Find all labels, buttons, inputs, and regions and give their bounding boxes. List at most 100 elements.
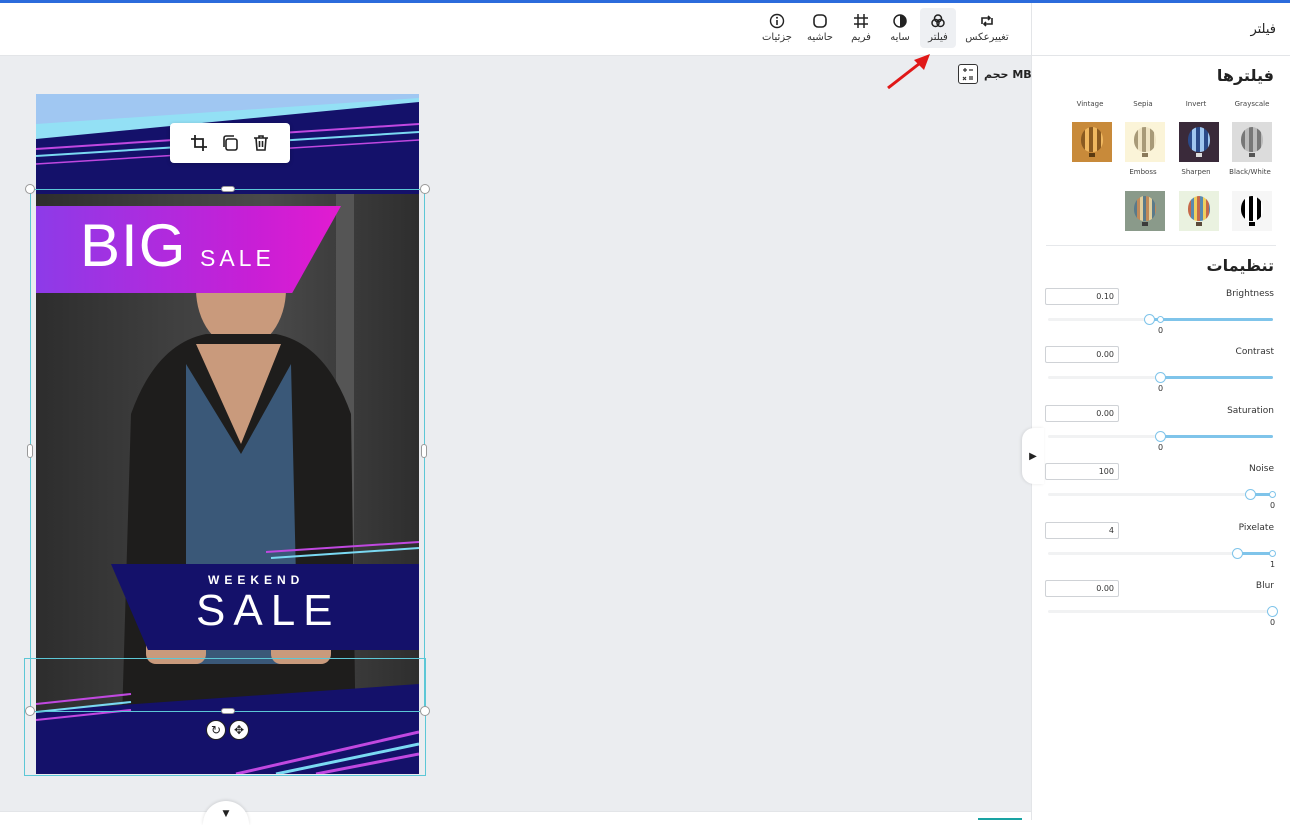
shadow-icon (893, 14, 907, 28)
filters-heading: فیلترها (1216, 66, 1274, 85)
contrast-fill (1160, 376, 1273, 379)
duplicate-icon[interactable] (221, 134, 239, 152)
tool-frame[interactable]: فریم (845, 8, 877, 48)
crop-icon[interactable] (190, 134, 208, 152)
rotate-icon[interactable]: ↻ (206, 720, 226, 740)
annotation-arrow-icon (887, 54, 930, 90)
blur-track[interactable] (1048, 610, 1273, 613)
balloon-icon (1241, 127, 1263, 152)
balloon-icon (1134, 196, 1156, 221)
filter-emboss[interactable] (1125, 191, 1165, 231)
saturation-input[interactable]: 0.00 (1045, 405, 1119, 422)
brightness-slider-thumb[interactable] (1144, 314, 1155, 325)
contrast-input[interactable]: 0.00 (1045, 346, 1119, 363)
filter-label-sharpen: Sharpen (1181, 168, 1211, 176)
blur-slider-thumb[interactable] (1267, 606, 1278, 617)
balloon-icon (1081, 127, 1103, 152)
swap-icon (981, 15, 993, 27)
tool-label: جزئیات (762, 32, 792, 43)
blur-min-label: 0 (1270, 618, 1276, 627)
brightness-min-label: 0 (1158, 326, 1164, 335)
filter-label-invert: Invert (1185, 100, 1207, 108)
noise-min-label: 0 (1270, 501, 1276, 510)
chevron-down-icon: ▼ (222, 809, 230, 819)
filter-blackwhite[interactable] (1232, 191, 1272, 231)
calculator-icon (958, 64, 978, 84)
noise-label: Noise (1249, 464, 1274, 474)
tool-details[interactable]: جزئیات (758, 8, 796, 48)
tool-label: فریم (851, 32, 871, 43)
sidebar-collapse-button[interactable]: ▶ (1022, 428, 1044, 484)
basket (1089, 153, 1095, 157)
resize-handle-left[interactable] (27, 444, 33, 458)
brightness-label: Brightness (1226, 289, 1274, 299)
balloon-icon (1134, 127, 1156, 152)
saturation-slider-thumb[interactable] (1155, 431, 1166, 442)
tool-border[interactable]: حاشیه (803, 8, 837, 48)
pixelate-min-marker (1269, 550, 1276, 557)
filter-label-emboss: Emboss (1129, 168, 1157, 176)
resize-handle-right[interactable] (421, 444, 427, 458)
saturation-fill (1160, 435, 1273, 438)
selected-image-box[interactable] (30, 189, 425, 712)
basket (1249, 222, 1255, 226)
border-icon (813, 14, 827, 28)
sidebar-header: فیلتر (1032, 3, 1290, 56)
filter-label-sepia: Sepia (1133, 100, 1153, 108)
resize-handle-bottom[interactable] (221, 708, 235, 714)
basket (1196, 222, 1202, 226)
resize-handle-top-left[interactable] (25, 184, 35, 194)
pixelate-label: Pixelate (1238, 523, 1274, 533)
filter-label-blackwhite: Black/White (1229, 168, 1271, 176)
section-divider (1046, 245, 1276, 246)
balloon-icon (1188, 127, 1210, 152)
filter-vintage[interactable] (1072, 122, 1112, 162)
bottom-bar (0, 811, 1031, 820)
filter-sepia[interactable] (1125, 122, 1165, 162)
noise-track[interactable] (1048, 493, 1273, 496)
contrast-min-label: 0 (1158, 384, 1164, 393)
tool-shadow[interactable]: سایه (884, 8, 916, 48)
noise-input[interactable]: 100 (1045, 463, 1119, 480)
filter-icon (931, 14, 945, 28)
resize-handle-bottom-left[interactable] (25, 706, 35, 716)
basket (1142, 153, 1148, 157)
filter-grayscale[interactable] (1232, 122, 1272, 162)
noise-slider-thumb[interactable] (1245, 489, 1256, 500)
pixelate-min-label: 1 (1270, 560, 1276, 569)
contrast-slider-thumb[interactable] (1155, 372, 1166, 383)
sidebar-title: فیلتر (1250, 21, 1276, 37)
image-toolbar: تغییرعکس فیلتر سایه فریم حاشیه جزئیات (0, 3, 1031, 56)
file-size-indicator: حجم MB (958, 64, 1032, 84)
balloon-icon (1241, 196, 1263, 221)
blur-label: Blur (1255, 581, 1274, 591)
frame-icon (854, 14, 868, 28)
saturation-label: Saturation (1227, 406, 1274, 416)
brightness-fill (1150, 318, 1273, 321)
resize-handle-top-right[interactable] (420, 184, 430, 194)
settings-heading: تنظیمات (1206, 256, 1274, 275)
pixelate-slider-thumb[interactable] (1232, 548, 1243, 559)
tool-filter[interactable]: فیلتر (920, 8, 956, 48)
filter-sharpen[interactable] (1179, 191, 1219, 231)
tool-label: تغییرعکس (965, 32, 1009, 43)
tool-label: حاشیه (807, 32, 833, 43)
balloon-icon (1188, 196, 1210, 221)
triangle-right-icon: ▶ (1029, 450, 1037, 462)
tool-change-image[interactable]: تغییرعکس (962, 8, 1012, 48)
pixelate-input[interactable]: 4 (1045, 522, 1119, 539)
element-context-menu (170, 123, 290, 163)
filter-label-vintage: Vintage (1076, 100, 1104, 108)
contrast-label: Contrast (1235, 347, 1274, 357)
filter-invert[interactable] (1179, 122, 1219, 162)
blur-input[interactable]: 0.00 (1045, 580, 1119, 597)
noise-zero-marker (1269, 491, 1276, 498)
resize-handle-bottom-right[interactable] (420, 706, 430, 716)
tool-label: فیلتر (928, 32, 948, 43)
brightness-input[interactable]: 0.10 (1045, 288, 1119, 305)
trash-icon[interactable] (252, 134, 270, 152)
resize-handle-top[interactable] (221, 186, 235, 192)
move-icon[interactable]: ✥ (229, 720, 249, 740)
basket (1196, 153, 1202, 157)
pixelate-fill (1238, 552, 1273, 555)
